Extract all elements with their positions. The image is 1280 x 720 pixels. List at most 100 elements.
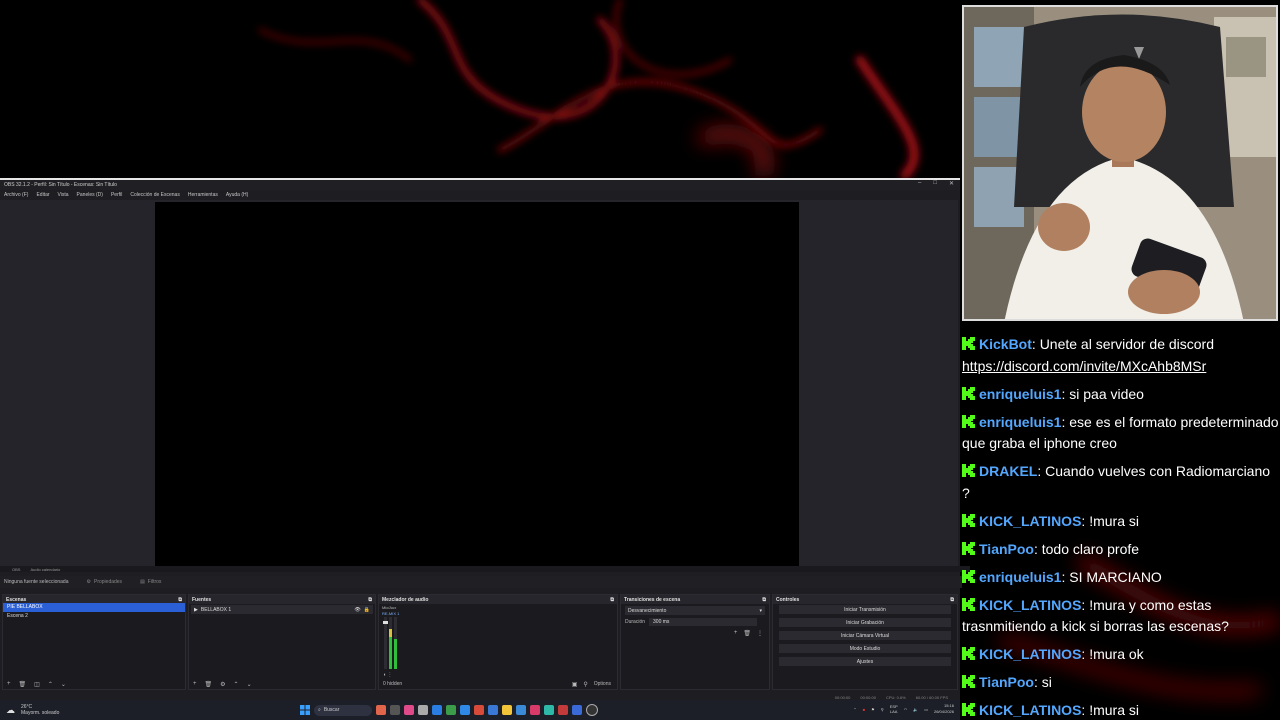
- chat-message: enriqueluis1: si paa video: [962, 384, 1280, 406]
- app-icon[interactable]: [530, 705, 540, 715]
- obs-taskbar-icon[interactable]: [586, 704, 598, 716]
- weather-widget[interactable]: 26°C Mayorm. soleado: [21, 704, 59, 716]
- kick-logo-icon: [962, 464, 975, 477]
- gear-icon[interactable]: ⚙: [220, 681, 225, 688]
- tray-app-icon[interactable]: ■: [863, 707, 865, 712]
- mixer-channel-label: Mic/Aux: [382, 605, 397, 610]
- dock-menu-icon[interactable]: ⧉: [178, 597, 182, 603]
- windows-start-icon[interactable]: [300, 705, 310, 715]
- down-arrow-icon[interactable]: ⌄: [247, 681, 252, 688]
- chat-username[interactable]: KICK_LATINOS: [979, 646, 1081, 662]
- mixer-badge[interactable]: RE-MIX 1: [382, 611, 399, 616]
- filters-button[interactable]: ▤ Filtros: [140, 579, 161, 585]
- dock-menu-icon[interactable]: ⧉: [762, 597, 766, 603]
- up-arrow-icon[interactable]: ⌃: [234, 681, 239, 688]
- app-icon[interactable]: [376, 705, 386, 715]
- chat-username[interactable]: KICK_LATINOS: [979, 513, 1081, 529]
- dock-menu-icon[interactable]: ⧉: [950, 597, 954, 603]
- menu-docks[interactable]: Paneles (D): [77, 192, 103, 198]
- chat-username[interactable]: KickBot: [979, 336, 1032, 352]
- app-icon[interactable]: [432, 705, 442, 715]
- sources-title: Fuentes: [192, 596, 212, 603]
- filter-icon[interactable]: ◫: [34, 681, 40, 688]
- minimize-icon[interactable]: –: [918, 180, 921, 187]
- properties-button[interactable]: ⚙ Propiedades: [87, 579, 123, 585]
- trash-icon[interactable]: 🗑: [205, 681, 213, 688]
- menu-tools[interactable]: Herramientas: [188, 192, 218, 198]
- duration-field[interactable]: 300 ms: [649, 618, 758, 626]
- preview-area: [0, 200, 958, 566]
- clock[interactable]: 15:16 26/04/2026: [934, 703, 954, 715]
- link-icon[interactable]: ⚲: [583, 681, 587, 688]
- menu-help[interactable]: Ayuda (H): [226, 192, 248, 198]
- lock-icon[interactable]: 🔒: [364, 607, 370, 613]
- wifi-icon[interactable]: ◠: [904, 707, 908, 712]
- chevron-up-icon[interactable]: ⌃: [853, 707, 856, 712]
- chat-username[interactable]: enriqueluis1: [979, 569, 1061, 585]
- chat-link[interactable]: https://discord.com/invite/MXcAhb8MSr: [962, 358, 1206, 374]
- chat-text: SI MARCIANO: [1069, 568, 1162, 585]
- start-recording-button[interactable]: Iniciar Grabación: [779, 618, 951, 627]
- dock-menu-icon[interactable]: ⧉: [368, 597, 372, 603]
- eye-icon[interactable]: 👁: [354, 607, 360, 613]
- virtual-camera-button[interactable]: Iniciar Cámara Virtual: [779, 631, 951, 640]
- language-indicator[interactable]: ESP LAA: [890, 704, 898, 714]
- chat-username[interactable]: TianPoo: [979, 541, 1034, 557]
- app-icon[interactable]: [390, 705, 400, 715]
- weather-icon[interactable]: ☁: [6, 705, 15, 716]
- down-arrow-icon[interactable]: ⌄: [61, 681, 66, 688]
- tab-obs[interactable]: OBS: [12, 567, 20, 572]
- chat-username[interactable]: DRAKEL: [979, 463, 1037, 479]
- chat-username[interactable]: KICK_LATINOS: [979, 702, 1081, 718]
- dock-menu-icon[interactable]: ⧉: [610, 597, 614, 603]
- chat-username[interactable]: enriqueluis1: [979, 414, 1061, 430]
- app-icon[interactable]: [460, 705, 470, 715]
- audio-meter[interactable]: ◖ ⋮: [381, 617, 403, 677]
- app-icon[interactable]: [558, 705, 568, 715]
- up-arrow-icon[interactable]: ⌃: [48, 681, 53, 688]
- volume-icon[interactable]: 🔈: [913, 707, 918, 712]
- tab-audio[interactable]: Audio calendario: [30, 567, 60, 572]
- start-streaming-button[interactable]: Iniciar Transmisión: [779, 605, 951, 614]
- tray-app-icon[interactable]: ⚑: [871, 707, 875, 712]
- chevron-down-icon: ▾: [759, 607, 762, 614]
- taskbar-search[interactable]: ⌕ Buscar: [314, 704, 372, 716]
- source-item[interactable]: ▶ BELLABOX 1 👁 🔒: [191, 605, 373, 614]
- tray-app-icon[interactable]: ⚲: [881, 707, 884, 712]
- menu-edit[interactable]: Editar: [36, 192, 49, 198]
- mixer-options-button[interactable]: Options: [594, 681, 611, 688]
- app-icon[interactable]: [404, 705, 414, 715]
- add-icon[interactable]: +: [193, 681, 197, 687]
- add-icon[interactable]: +: [734, 630, 738, 637]
- transition-select[interactable]: Desvanecimiento ▾: [625, 606, 765, 615]
- app-icon[interactable]: [488, 705, 498, 715]
- app-icon[interactable]: [418, 705, 428, 715]
- more-icon[interactable]: ⋮: [757, 630, 763, 637]
- app-icon[interactable]: [544, 705, 554, 715]
- trash-icon[interactable]: 🗑: [743, 630, 751, 637]
- chat-username[interactable]: TianPoo: [979, 674, 1034, 690]
- scene-item[interactable]: PIE BELLABOX: [3, 603, 185, 612]
- chat-username[interactable]: enriqueluis1: [979, 386, 1061, 402]
- menu-scene-collection[interactable]: Colección de Escenas: [130, 192, 179, 198]
- battery-icon[interactable]: ▭: [924, 707, 928, 712]
- app-icon[interactable]: [502, 705, 512, 715]
- menu-profile[interactable]: Perfil: [111, 192, 122, 198]
- mixer-layout-icon[interactable]: ▣: [572, 681, 578, 688]
- app-icon[interactable]: [446, 705, 456, 715]
- chat-username[interactable]: KICK_LATINOS: [979, 597, 1081, 613]
- studio-mode-button[interactable]: Modo Estudio: [779, 644, 951, 653]
- close-icon[interactable]: ✕: [949, 180, 954, 187]
- app-icon[interactable]: [572, 705, 582, 715]
- maximize-icon[interactable]: □: [933, 180, 937, 187]
- menu-view[interactable]: Vista: [58, 192, 69, 198]
- app-icon[interactable]: [474, 705, 484, 715]
- menu-file[interactable]: Archivo (F): [4, 192, 28, 198]
- scene-item[interactable]: Escena 2: [3, 612, 185, 621]
- settings-button[interactable]: Ajustes: [779, 657, 951, 666]
- app-icon[interactable]: [516, 705, 526, 715]
- add-icon[interactable]: +: [7, 681, 11, 687]
- preview-canvas[interactable]: [155, 202, 799, 566]
- trash-icon[interactable]: 🗑: [19, 681, 27, 688]
- chat-message: DRAKEL: Cuando vuelves con Radiomarciano…: [962, 463, 1271, 501]
